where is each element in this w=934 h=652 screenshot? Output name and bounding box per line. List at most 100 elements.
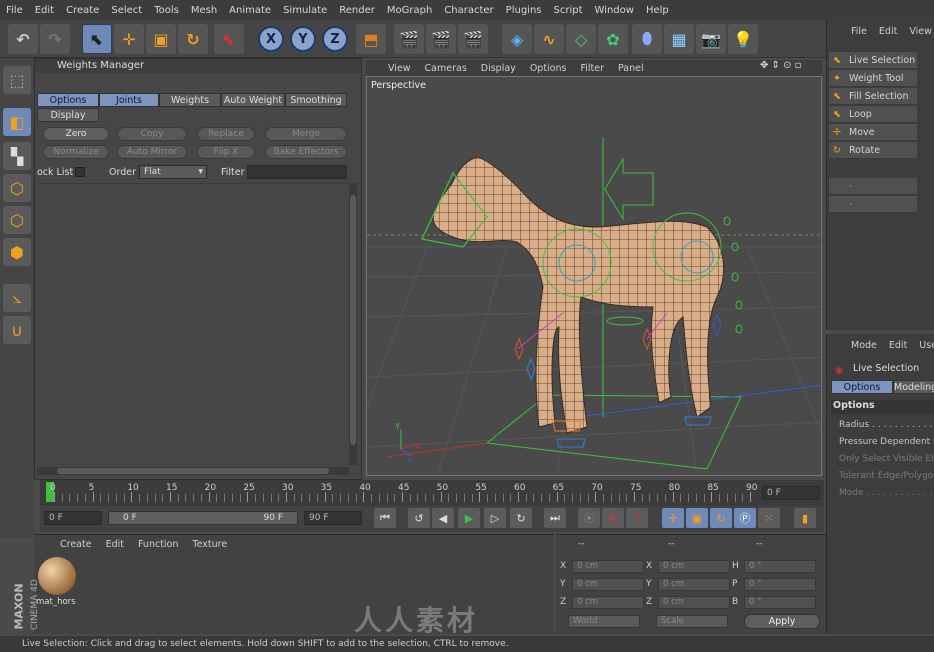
material-menu-edit[interactable]: Edit	[106, 539, 124, 550]
floor-icon[interactable]: ▦	[664, 24, 694, 54]
tool-weight-tool[interactable]: ✦ Weight Tool	[829, 70, 917, 87]
coord-field-pos-y[interactable]: 0 cm	[572, 578, 644, 591]
apply-button[interactable]: Apply	[744, 614, 820, 629]
tab-joints[interactable]: Joints	[99, 93, 159, 107]
model-mode-icon[interactable]: ◧	[3, 108, 31, 136]
viewport-menu-cameras[interactable]: Cameras	[425, 63, 467, 74]
viewport-menu-options[interactable]: Options	[530, 63, 567, 74]
spline-icon[interactable]: ∿	[534, 24, 564, 54]
empty-tool-slot[interactable]: -	[829, 196, 917, 213]
tool-move[interactable]: ✛ Move	[829, 124, 917, 141]
tab-smoothing[interactable]: Smoothing	[285, 93, 347, 107]
merge-button[interactable]: Merge	[265, 127, 347, 141]
coord-field-size-x[interactable]: 0 cm	[658, 560, 730, 573]
coordinate-system-icon[interactable]: ⬒	[356, 24, 386, 54]
coord-space-dropdown[interactable]: World	[568, 615, 640, 628]
polygons-mode-icon[interactable]: ⬢	[3, 238, 31, 266]
redo-icon[interactable]: ↷	[40, 24, 70, 54]
render-view-icon[interactable]: 🎬	[394, 24, 424, 54]
attr-menu-edit[interactable]: Edit	[889, 340, 907, 351]
menu-item-help[interactable]: Help	[640, 5, 675, 16]
scale-mode-dropdown[interactable]: Scale	[656, 615, 728, 628]
move-tool-icon[interactable]: ✛	[114, 24, 144, 54]
coord-field-rot-h[interactable]: 0 °	[744, 560, 816, 573]
joints-list[interactable]	[37, 183, 349, 465]
key-position-icon[interactable]: ✛	[662, 508, 684, 528]
tab-weights[interactable]: Weights	[159, 93, 221, 107]
panel-menu-file[interactable]: File	[851, 26, 867, 37]
replace-button[interactable]: Replace	[197, 127, 255, 141]
snap-magnet-icon[interactable]: ∪	[3, 316, 31, 344]
play-icon[interactable]: ▶	[458, 508, 480, 528]
perspective-viewport[interactable]: Perspective Y Z X	[366, 76, 822, 476]
coord-field-pos-x[interactable]: 0 cm	[572, 560, 644, 573]
end-frame-field[interactable]: 90 F	[304, 511, 362, 525]
tool-loop-selection[interactable]: ⬉Loop Selection	[829, 106, 917, 137]
panel-menu-edit[interactable]: Edit	[879, 26, 897, 37]
attr-menu-user[interactable]: User	[919, 340, 934, 351]
menu-item-file[interactable]: File	[0, 5, 29, 16]
zero-button[interactable]: Zero	[43, 127, 109, 141]
menu-item-mesh[interactable]: Mesh	[185, 5, 223, 16]
copy-button[interactable]: Copy	[117, 127, 187, 141]
autokey-icon[interactable]: ⦿	[602, 508, 624, 528]
material-menu-texture[interactable]: Texture	[192, 539, 227, 550]
tab-auto-weight[interactable]: Auto Weight	[221, 93, 285, 107]
attr-tab-modeling[interactable]: Modeling	[893, 380, 934, 394]
flip-x-dropdown[interactable]: Flip X	[197, 145, 255, 159]
coord-field-size-z[interactable]: 0 cm	[658, 596, 730, 609]
timeline-ruler[interactable]: 0 F 0 5 10 15 20 25 30 35 40 45 50 55 60 65 70 75 80 85 90	[40, 480, 824, 506]
material-swatch[interactable]	[38, 557, 76, 595]
key-pla-icon[interactable]: ⁙	[758, 508, 780, 528]
material-menu-function[interactable]: Function	[138, 539, 178, 550]
go-to-start-icon[interactable]: ⏮	[374, 508, 396, 528]
current-frame-field[interactable]: 0 F	[762, 486, 820, 500]
menu-item-mograph[interactable]: MoGraph	[381, 5, 438, 16]
menu-item-edit[interactable]: Edit	[29, 5, 60, 16]
menu-item-render[interactable]: Render	[333, 5, 381, 16]
workplane-icon[interactable]: ⦣	[3, 284, 31, 312]
menu-item-plugins[interactable]: Plugins	[500, 5, 548, 16]
viewport-menu-display[interactable]: Display	[481, 63, 516, 74]
viewport-menu-panel[interactable]: Panel	[618, 63, 644, 74]
normalize-button[interactable]: Normalize	[43, 145, 109, 159]
order-dropdown[interactable]: Flat ▾	[139, 165, 207, 179]
viewport-nav-icons[interactable]: ✥ ⇕ ⊙ ▫	[760, 60, 801, 71]
menu-item-select[interactable]: Select	[105, 5, 148, 16]
key-parameter-icon[interactable]: Ⓟ	[734, 508, 756, 528]
texture-mode-icon[interactable]: ▚	[3, 142, 31, 170]
lock-list-checkbox[interactable]	[75, 167, 85, 177]
viewport-menu-view[interactable]: View	[388, 63, 411, 74]
camera-icon[interactable]: 📷	[696, 24, 726, 54]
undo-icon[interactable]: ↶	[8, 24, 38, 54]
tool-live-selection[interactable]: ⬉ Live Selection	[829, 52, 917, 69]
key-rotation-icon[interactable]: ↻	[710, 508, 732, 528]
material-menu-create[interactable]: Create	[60, 539, 92, 550]
z-axis-lock-button[interactable]: Z	[322, 26, 348, 52]
light-icon[interactable]: 💡	[728, 24, 758, 54]
scale-tool-icon[interactable]: ▣	[146, 24, 176, 54]
tab-display[interactable]: Display	[37, 108, 99, 122]
attr-menu-mode[interactable]: Mode	[851, 340, 877, 351]
next-frame-icon[interactable]: ▷	[484, 508, 506, 528]
menu-item-animate[interactable]: Animate	[223, 5, 277, 16]
tool-rotate[interactable]: ↻ Rotate	[829, 142, 917, 159]
menu-item-simulate[interactable]: Simulate	[277, 5, 333, 16]
menu-item-script[interactable]: Script	[548, 5, 589, 16]
bake-effectors-button[interactable]: Bake Effectors	[265, 145, 347, 159]
coord-field-pos-z[interactable]: 0 cm	[572, 596, 644, 609]
edges-mode-icon[interactable]: ⬡	[3, 206, 31, 234]
render-settings-icon[interactable]: 🎬	[458, 24, 488, 54]
coord-field-rot-b[interactable]: 0 °	[744, 596, 816, 609]
menu-item-window[interactable]: Window	[589, 5, 640, 16]
cube-primitive-icon[interactable]: ◈	[502, 24, 532, 54]
make-editable-icon[interactable]: ⬚	[3, 66, 31, 94]
y-axis-lock-button[interactable]: Y	[290, 26, 316, 52]
x-axis-lock-button[interactable]: X	[258, 26, 284, 52]
record-keys-icon[interactable]: ⦿	[578, 508, 600, 528]
coord-field-size-y[interactable]: 0 cm	[658, 578, 730, 591]
points-mode-icon[interactable]: ⬡	[3, 174, 31, 202]
menu-item-create[interactable]: Create	[60, 5, 105, 16]
tab-options[interactable]: Options	[37, 93, 99, 107]
attr-tab-options[interactable]: Options	[831, 380, 893, 394]
